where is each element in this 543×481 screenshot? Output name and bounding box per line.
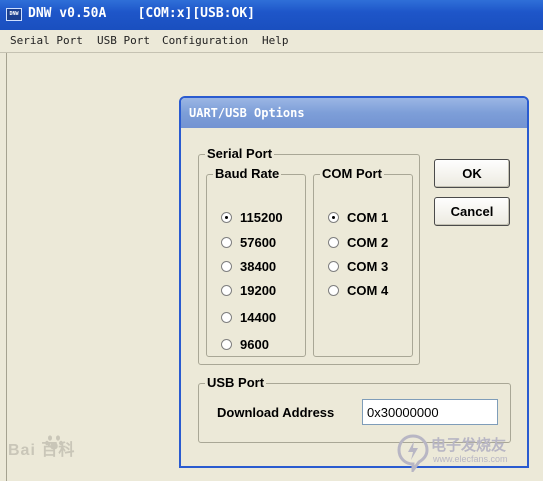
- cancel-button[interactable]: Cancel: [434, 197, 510, 226]
- menu-help[interactable]: Help: [262, 34, 289, 47]
- menu-bar: Serial Port USB Port Configuration Help: [0, 30, 543, 53]
- baidu-watermark: Bai 百科: [8, 442, 76, 459]
- radio-button[interactable]: [328, 260, 339, 272]
- menu-serial-port[interactable]: Serial Port: [10, 34, 83, 47]
- elecfans-logo-icon: [397, 434, 429, 472]
- baud-115200-option[interactable]: 115200: [221, 209, 283, 225]
- com-option-label: COM 2: [347, 234, 389, 250]
- baud-option-label: 115200: [240, 209, 283, 225]
- baud-57600-option[interactable]: 57600: [221, 234, 276, 250]
- baud-19200-option[interactable]: 19200: [221, 282, 276, 298]
- menu-configuration[interactable]: Configuration: [162, 34, 248, 47]
- radio-button[interactable]: [328, 284, 339, 296]
- serial-port-group-label: Serial Port: [205, 146, 275, 161]
- app-icon: DNW: [6, 8, 22, 21]
- baud-rate-group: Baud Rate 115200 57600 38400 19200 14400: [206, 166, 306, 357]
- elecfans-url: www.elecfans.com: [433, 454, 508, 464]
- download-address-input[interactable]: [362, 399, 498, 425]
- menu-usb-port[interactable]: USB Port: [97, 34, 150, 47]
- baud-38400-option[interactable]: 38400: [221, 258, 276, 274]
- com-3-option[interactable]: COM 3: [328, 258, 388, 274]
- baud-9600-option[interactable]: 9600: [221, 336, 269, 352]
- window-title: DNW v0.50A [COM:x][USB:OK]: [28, 6, 255, 21]
- baud-option-label: 38400: [240, 258, 277, 274]
- radio-button[interactable]: [221, 338, 232, 350]
- com-4-option[interactable]: COM 4: [328, 282, 388, 298]
- baud-option-label: 57600: [240, 234, 277, 250]
- com-port-group: COM Port COM 1 COM 2 COM 3 COM 4: [313, 166, 413, 357]
- paw-logo-icon: [45, 435, 63, 450]
- ok-button[interactable]: OK: [434, 159, 510, 188]
- usb-port-group-label: USB Port: [205, 375, 267, 390]
- radio-button-checked[interactable]: [328, 211, 339, 223]
- com-option-label: COM 1: [347, 209, 389, 225]
- baud-14400-option[interactable]: 14400: [221, 309, 276, 325]
- com-2-option[interactable]: COM 2: [328, 234, 388, 250]
- elecfans-name: 电子发烧友: [431, 437, 507, 454]
- serial-port-group: Serial Port Baud Rate 115200 57600 38400…: [198, 146, 420, 365]
- radio-button[interactable]: [221, 260, 232, 272]
- download-address-label: Download Address: [217, 405, 335, 420]
- uart-usb-options-dialog: UART/USB Options Serial Port Baud Rate 1…: [179, 96, 529, 468]
- com-1-option[interactable]: COM 1: [328, 209, 388, 225]
- com-option-label: COM 4: [347, 282, 389, 298]
- dialog-title: UART/USB Options: [189, 106, 305, 120]
- baud-rate-group-label: Baud Rate: [213, 166, 282, 181]
- dialog-titlebar[interactable]: UART/USB Options: [181, 98, 527, 128]
- com-option-label: COM 3: [347, 258, 389, 274]
- radio-button[interactable]: [221, 284, 232, 296]
- baud-option-label: 9600: [240, 336, 269, 352]
- window-titlebar[interactable]: DNW DNW v0.50A [COM:x][USB:OK]: [0, 0, 543, 30]
- com-port-group-label: COM Port: [320, 166, 384, 181]
- radio-button[interactable]: [221, 311, 232, 323]
- radio-button-checked[interactable]: [221, 211, 232, 223]
- baud-option-label: 14400: [240, 309, 277, 325]
- radio-button[interactable]: [221, 236, 232, 248]
- radio-button[interactable]: [328, 236, 339, 248]
- elecfans-watermark: 电子发烧友 www.elecfans.com: [395, 432, 535, 472]
- baud-option-label: 19200: [240, 282, 277, 298]
